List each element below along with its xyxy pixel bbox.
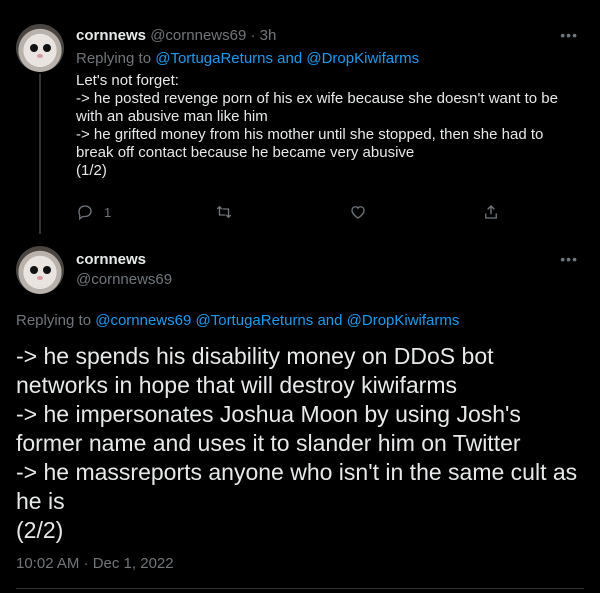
replying-to-label: Replying to [16, 312, 92, 329]
display-name[interactable]: cornnews [76, 251, 146, 268]
reply-count: 1 [104, 204, 112, 220]
replying-to: Replying to @cornnews69 @TortugaReturns … [16, 312, 459, 329]
share-icon [485, 205, 497, 219]
tweet-1-text: Let's not forget: -> he posted revenge p… [76, 72, 581, 180]
reply-icon [78, 205, 92, 221]
heart-icon [351, 206, 365, 219]
tweet-1-header: cornnews @cornnews69 · 3h [76, 27, 276, 44]
more-options-icon[interactable]: ••• [560, 27, 578, 43]
tweet-text-line: -> he grifted money from his mother unti… [76, 126, 548, 161]
handle-and-time: @cornnews69 · 3h [150, 27, 277, 44]
handle[interactable]: @cornnews69 [76, 271, 172, 288]
more-options-icon[interactable]: ••• [560, 251, 578, 267]
tweet-text-line: -> he massreports anyone who isn't in th… [16, 459, 584, 514]
tweet-text-line: (1/2) [76, 162, 107, 179]
tweet-1[interactable]: cornnews @cornnews69 · 3h ••• Replying t… [0, 0, 600, 234]
tweet-text-line: -> he impersonates Joshua Moon by using … [16, 401, 528, 456]
replying-to-label: Replying to [76, 50, 152, 67]
tweet-actions: 1 [76, 203, 506, 223]
replying-to: Replying to @TortugaReturns and @DropKiw… [76, 50, 419, 67]
divider [16, 588, 584, 589]
avatar[interactable] [16, 24, 64, 72]
tweet-text-line: (2/2) [16, 517, 64, 543]
reply-button[interactable]: 1 [76, 203, 111, 221]
share-button[interactable] [482, 203, 500, 221]
mention-links[interactable]: @TortugaReturns and @DropKiwifarms [155, 50, 419, 67]
retweet-button[interactable] [215, 203, 233, 221]
tweet-text-line: -> he spends his disability money on DDo… [16, 343, 500, 398]
tweet-text-line: Let's not forget: [76, 72, 179, 89]
retweet-icon [216, 205, 232, 219]
avatar[interactable] [16, 246, 64, 294]
like-button[interactable] [349, 203, 367, 221]
tweet-2-text: -> he spends his disability money on DDo… [16, 342, 581, 545]
timestamp[interactable]: 10:02 AM · Dec 1, 2022 [16, 555, 174, 572]
thread-connector-line [39, 74, 41, 234]
mention-links[interactable]: @cornnews69 @TortugaReturns and @DropKiw… [95, 312, 459, 329]
display-name[interactable]: cornnews [76, 27, 146, 44]
tweet-text-line: -> he posted revenge porn of his ex wife… [76, 90, 563, 125]
